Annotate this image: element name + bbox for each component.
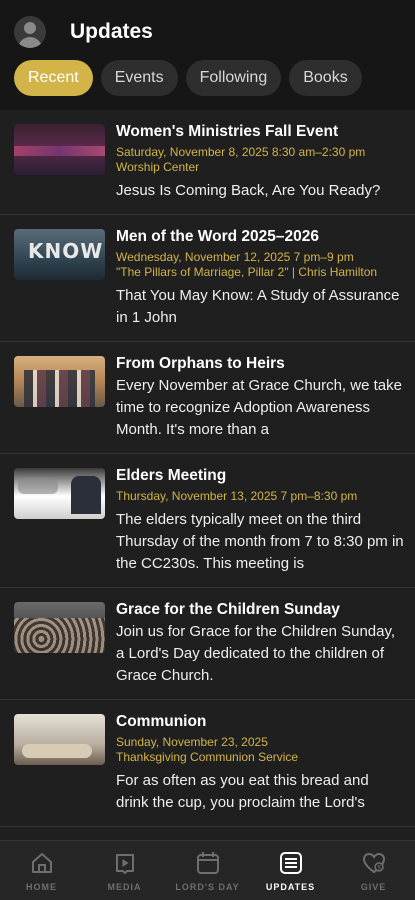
- filter-tabs: Recent Events Following Books: [14, 60, 401, 96]
- item-title: From Orphans to Heirs: [116, 355, 285, 372]
- calendar-icon: [195, 850, 221, 876]
- tab-recent[interactable]: Recent: [14, 60, 93, 96]
- article-thumbnail: [14, 356, 105, 407]
- nav-give[interactable]: $ GIVE: [339, 850, 409, 892]
- article-thumbnail: [14, 602, 105, 653]
- list-item[interactable]: Communion Sunday, November 23, 2025 Than…: [0, 700, 415, 827]
- list-item-content: Elders Meeting Thursday, November 13, 20…: [116, 466, 405, 575]
- list-item-content: Communion Sunday, November 23, 2025 Than…: [116, 712, 405, 814]
- avatar-body-icon: [18, 37, 42, 48]
- item-date: Saturday, November 8, 2025 8:30 am–2:30 …: [116, 145, 366, 159]
- tab-following[interactable]: Following: [185, 60, 282, 96]
- nav-home-label: HOME: [26, 881, 57, 892]
- home-icon: [29, 850, 55, 876]
- item-location: Worship Center: [116, 160, 200, 174]
- item-title: Communion: [116, 713, 207, 730]
- give-icon: $: [361, 850, 387, 876]
- media-icon: [112, 850, 138, 876]
- list-item[interactable]: KNOW Men of the Word 2025–2026 Wednesday…: [0, 215, 415, 342]
- item-date: Sunday, November 23, 2025: [116, 735, 268, 749]
- nav-updates[interactable]: UPDATES: [256, 850, 326, 892]
- item-subtitle: "The Pillars of Marriage, Pillar 2" | Ch…: [116, 265, 378, 279]
- list-item[interactable]: From Orphans to Heirs Every November at …: [0, 342, 415, 454]
- list-item[interactable]: Grace for the Children Sunday Join us fo…: [0, 588, 415, 700]
- item-date: Thursday, November 13, 2025 7 pm–8:30 pm: [116, 489, 358, 503]
- item-description: Join us for Grace for the Children Sunda…: [116, 623, 396, 684]
- item-description: Jesus Is Coming Back, Are You Ready?: [116, 182, 381, 199]
- event-thumbnail: KNOW: [14, 229, 105, 280]
- item-description: The elders typically meet on the third T…: [116, 511, 404, 572]
- list-item-content: Women's Ministries Fall Event Saturday, …: [116, 122, 405, 202]
- avatar-head-icon: [24, 22, 36, 34]
- list-item[interactable]: Elders Meeting Thursday, November 13, 20…: [0, 454, 415, 588]
- nav-media-label: MEDIA: [107, 881, 142, 892]
- header: Updates Recent Events Following Books: [0, 0, 415, 110]
- event-thumbnail: [14, 468, 105, 519]
- item-title: Women's Ministries Fall Event: [116, 123, 339, 140]
- item-date: Wednesday, November 12, 2025 7 pm–9 pm: [116, 250, 354, 264]
- bottom-nav: HOME MEDIA LORD'S DAY UPDATES $ GIVE: [0, 840, 415, 900]
- nav-give-label: GIVE: [360, 881, 387, 892]
- tab-books[interactable]: Books: [289, 60, 362, 96]
- nav-lords-day-label: LORD'S DAY: [175, 881, 240, 892]
- nav-lords-day[interactable]: LORD'S DAY: [173, 850, 243, 892]
- event-thumbnail: [14, 124, 105, 175]
- tab-events[interactable]: Events: [100, 60, 178, 96]
- updates-feed[interactable]: Women's Ministries Fall Event Saturday, …: [0, 110, 415, 840]
- updates-icon: [278, 850, 304, 876]
- thumbnail-text: KNOW: [28, 239, 104, 263]
- list-item-content: From Orphans to Heirs Every November at …: [116, 354, 405, 441]
- avatar[interactable]: [14, 16, 46, 48]
- title-row: Updates: [14, 14, 401, 50]
- item-subtitle: Thanksgiving Communion Service: [116, 750, 299, 764]
- nav-updates-label: UPDATES: [265, 881, 316, 892]
- page-title: Updates: [70, 20, 153, 43]
- item-title: Grace for the Children Sunday: [116, 601, 340, 618]
- nav-media[interactable]: MEDIA: [90, 850, 160, 892]
- item-title: Men of the Word 2025–2026: [116, 228, 320, 245]
- list-item[interactable]: Women's Ministries Fall Event Saturday, …: [0, 110, 415, 215]
- item-description: That You May Know: A Study of Assurance …: [116, 287, 400, 326]
- list-item-content: Men of the Word 2025–2026 Wednesday, Nov…: [116, 227, 405, 329]
- event-thumbnail: [14, 714, 105, 765]
- item-description: Every November at Grace Church, we take …: [116, 377, 402, 438]
- item-description: For as often as you eat this bread and d…: [116, 772, 369, 811]
- nav-home[interactable]: HOME: [7, 850, 77, 892]
- list-item-content: Grace for the Children Sunday Join us fo…: [116, 600, 405, 687]
- item-title: Elders Meeting: [116, 467, 227, 484]
